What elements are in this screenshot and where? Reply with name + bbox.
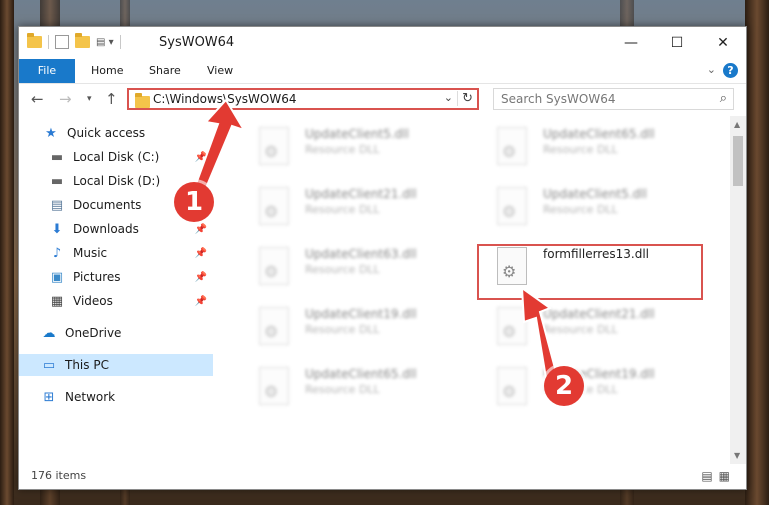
arrow-2 [520,285,558,380]
arrow-1 [194,98,247,190]
annotation-arrows [194,98,558,380]
callout-2: 2 [544,366,584,406]
callout-1: 1 [174,182,214,222]
